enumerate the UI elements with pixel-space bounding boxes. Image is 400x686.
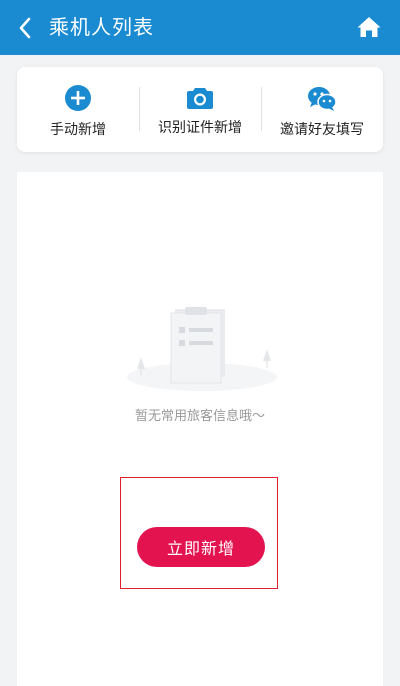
empty-clipboard-illustration: [127, 307, 277, 391]
home-icon: [357, 17, 381, 37]
page-title: 乘机人列表: [49, 15, 154, 39]
highlight-box: [120, 477, 278, 589]
add-options-card: 手动新增 识别证件新增 邀请好友填写: [17, 67, 383, 152]
invite-friend-label: 邀请好友填写: [280, 122, 364, 138]
invite-friend-button[interactable]: 邀请好友填写: [261, 67, 383, 152]
empty-state-message: 暂无常用旅客信息哦～: [134, 409, 265, 424]
plus-circle-icon: [65, 85, 91, 111]
wechat-icon: [308, 87, 337, 111]
back-button[interactable]: [14, 15, 36, 41]
app-header: 乘机人列表: [0, 0, 400, 55]
manual-add-button[interactable]: 手动新增: [17, 67, 139, 152]
manual-add-label: 手动新增: [50, 122, 106, 138]
passenger-list-panel: 暂无常用旅客信息哦～ 立即新增: [17, 172, 383, 686]
scan-id-add-button[interactable]: 识别证件新增: [139, 67, 261, 152]
camera-icon: [187, 88, 213, 109]
home-button[interactable]: [356, 14, 382, 40]
scan-id-add-label: 识别证件新增: [158, 120, 242, 136]
chevron-left-icon: [19, 17, 31, 39]
